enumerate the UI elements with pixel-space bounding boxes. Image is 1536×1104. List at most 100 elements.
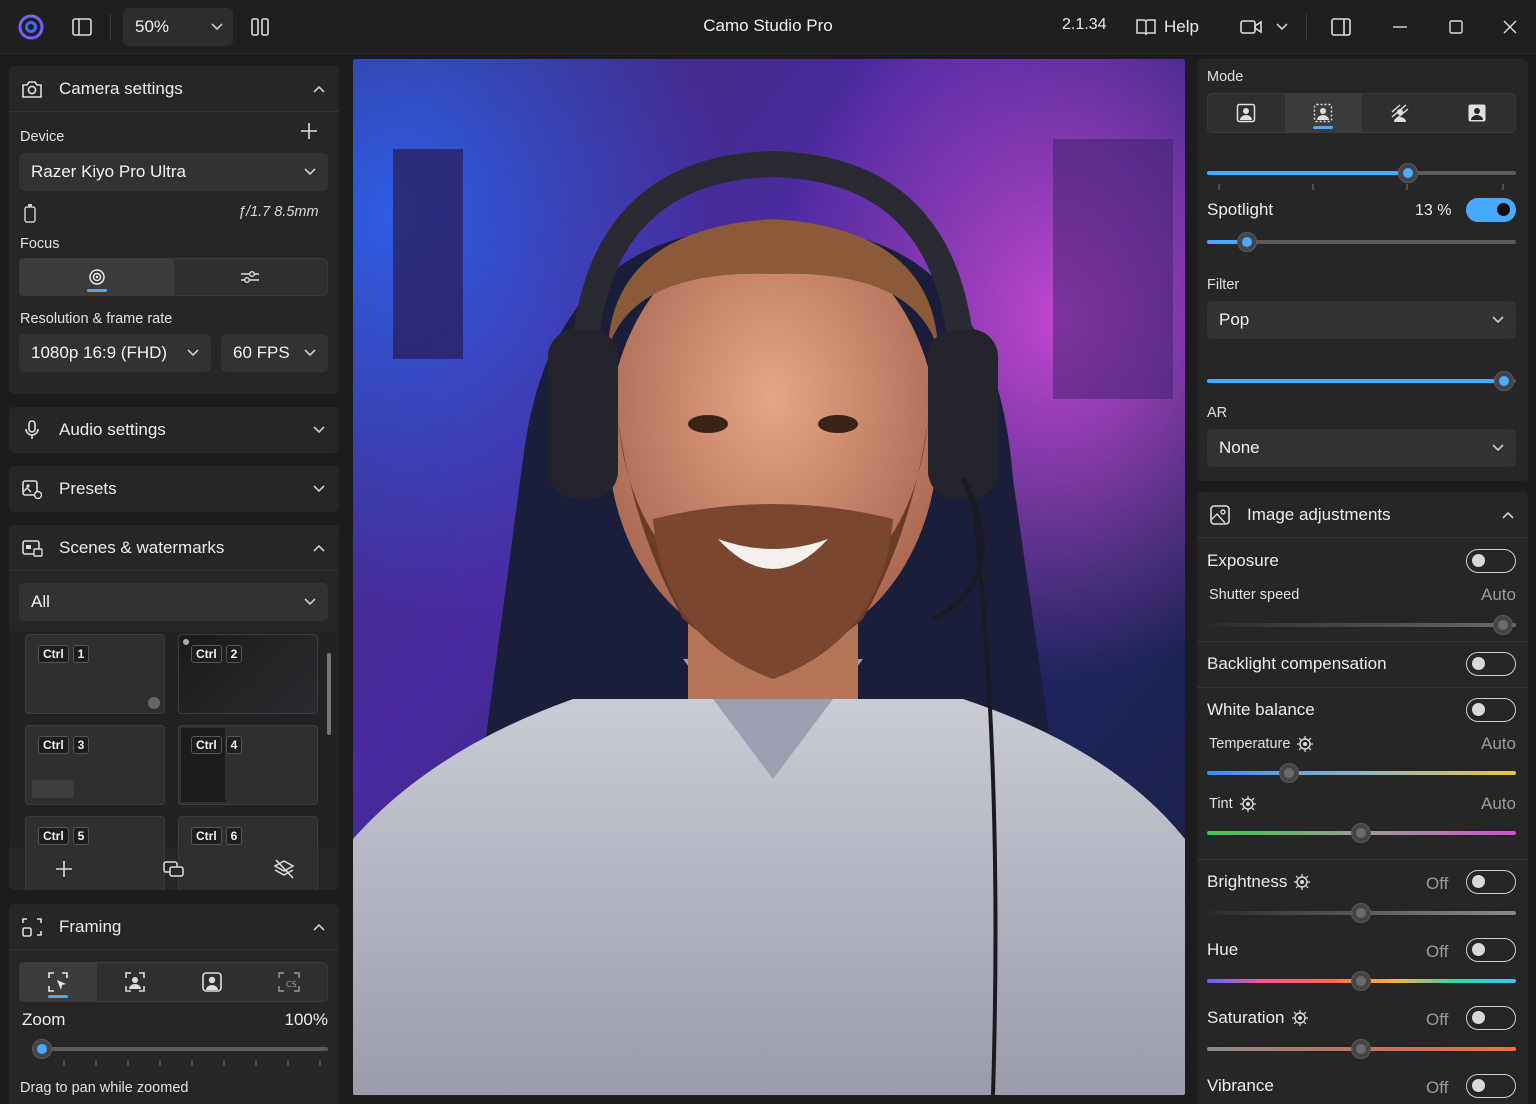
- shortcut-label: Ctrl 5: [38, 827, 90, 845]
- framing-center-stage-button[interactable]: CS: [250, 963, 327, 1001]
- chevron-down-icon: [1492, 316, 1504, 324]
- saturation-slider[interactable]: [1207, 1039, 1516, 1059]
- mode-intensity-slider[interactable]: [1207, 163, 1516, 183]
- framing-header[interactable]: Framing: [9, 904, 339, 950]
- mode-replace-button[interactable]: [1438, 94, 1515, 132]
- camo-logo-icon[interactable]: [14, 11, 50, 43]
- target-icon: [89, 269, 105, 285]
- mode-blur-button[interactable]: [1284, 94, 1362, 132]
- scrollbar[interactable]: [1532, 55, 1536, 1104]
- backlight-toggle[interactable]: [1466, 652, 1516, 676]
- framing-person-button[interactable]: [97, 963, 174, 1001]
- scene-card-2[interactable]: Ctrl 2: [178, 634, 318, 714]
- slider-thumb[interactable]: [32, 1039, 52, 1059]
- help-button[interactable]: Help: [1136, 9, 1199, 45]
- video-preview[interactable]: [353, 59, 1185, 1095]
- chevron-down-icon: [187, 349, 199, 357]
- resolution-select[interactable]: 1080p 16:9 (FHD): [19, 334, 211, 372]
- slider-thumb[interactable]: [1351, 971, 1371, 991]
- sidebar-toggle-icon[interactable]: [64, 7, 100, 47]
- hue-toggle[interactable]: [1466, 938, 1516, 962]
- add-scene-button[interactable]: [9, 847, 119, 890]
- presets-header[interactable]: Presets: [9, 466, 339, 512]
- split-view-icon[interactable]: [244, 7, 276, 47]
- camera-settings-header[interactable]: Camera settings: [9, 66, 339, 112]
- scenes-icon: [163, 860, 184, 877]
- focus-manual-button[interactable]: [174, 259, 328, 295]
- spotlight-toggle[interactable]: [1466, 198, 1516, 222]
- mode-effect-button[interactable]: [1362, 94, 1439, 132]
- saturation-toggle[interactable]: [1466, 1006, 1516, 1030]
- zoom-select[interactable]: 50%: [123, 8, 233, 46]
- temperature-slider[interactable]: [1207, 763, 1516, 783]
- hide-overlays-button[interactable]: [229, 847, 339, 890]
- scene-filter-select[interactable]: All: [19, 583, 328, 621]
- portrait-icon: [1237, 103, 1256, 123]
- slider-thumb[interactable]: [1237, 232, 1257, 252]
- scenes-title: Scenes & watermarks: [59, 537, 225, 557]
- audio-settings-header[interactable]: Audio settings: [9, 407, 339, 453]
- tint-row: Tint: [1209, 795, 1257, 813]
- hue-label: Hue: [1207, 940, 1239, 959]
- slider-thumb[interactable]: [1351, 823, 1371, 843]
- mode-none-button[interactable]: [1208, 94, 1285, 132]
- scene-card-1[interactable]: Ctrl 1: [25, 634, 165, 714]
- minimize-icon[interactable]: [1380, 7, 1420, 47]
- scrollbar[interactable]: [327, 653, 331, 735]
- close-icon[interactable]: [1490, 7, 1530, 47]
- filter-intensity-slider[interactable]: [1207, 371, 1516, 391]
- slider-thumb[interactable]: [1351, 1039, 1371, 1059]
- avatar: [183, 639, 189, 645]
- slider-thumb[interactable]: [1351, 903, 1371, 923]
- slider-thumb[interactable]: [1493, 615, 1513, 635]
- auto-adjust-icon[interactable]: [1296, 735, 1314, 753]
- focus-auto-button[interactable]: [20, 259, 174, 295]
- scenes-header[interactable]: Scenes & watermarks: [9, 525, 339, 571]
- scene-card-3[interactable]: Ctrl 3: [25, 725, 165, 805]
- image-adjustments-header[interactable]: Image adjustments: [1197, 492, 1528, 538]
- exposure-toggle[interactable]: [1466, 549, 1516, 573]
- vibrance-toggle[interactable]: [1466, 1074, 1516, 1098]
- auto-adjust-icon[interactable]: [1293, 873, 1311, 891]
- person-frame-icon: [125, 972, 145, 992]
- left-sidebar: Camera settings Device Razer Kiyo Pro Ul…: [0, 55, 348, 1104]
- brightness-label: Brightness: [1207, 872, 1288, 891]
- hue-value: Off: [1426, 942, 1449, 961]
- presets-panel[interactable]: Presets: [9, 466, 339, 512]
- zoom-slider[interactable]: [32, 1039, 328, 1059]
- add-device-icon[interactable]: [300, 122, 318, 140]
- auto-adjust-icon[interactable]: [1239, 795, 1257, 813]
- camera-settings-panel: Camera settings Device Razer Kiyo Pro Ul…: [9, 66, 339, 394]
- auto-adjust-icon[interactable]: [1291, 1009, 1309, 1027]
- filter-value: Pop: [1219, 310, 1250, 329]
- brightness-toggle[interactable]: [1466, 870, 1516, 894]
- maximize-icon[interactable]: [1436, 7, 1476, 47]
- slider-thumb[interactable]: [1494, 371, 1514, 391]
- vibrance-label: Vibrance: [1207, 1076, 1274, 1095]
- white-balance-toggle[interactable]: [1466, 698, 1516, 722]
- hue-slider[interactable]: [1207, 971, 1516, 991]
- shutter-speed-slider[interactable]: [1207, 615, 1516, 635]
- fps-select[interactable]: 60 FPS: [221, 334, 328, 372]
- camera-output-menu[interactable]: [1232, 7, 1296, 47]
- scene-card-4[interactable]: Ctrl 4: [178, 725, 318, 805]
- ar-select[interactable]: None: [1207, 429, 1516, 467]
- shortcut-label: Ctrl 1: [38, 645, 90, 663]
- framing-face-button[interactable]: [174, 963, 251, 1001]
- audio-settings-panel[interactable]: Audio settings: [9, 407, 339, 453]
- manage-scenes-button[interactable]: [119, 847, 229, 890]
- vibrance-value: Off: [1426, 1078, 1449, 1097]
- framing-manual-button[interactable]: [20, 963, 97, 1001]
- slider-thumb[interactable]: [1279, 763, 1299, 783]
- device-select[interactable]: Razer Kiyo Pro Ultra: [19, 153, 328, 191]
- spotlight-slider[interactable]: [1207, 232, 1516, 252]
- tint-slider[interactable]: [1207, 823, 1516, 843]
- ar-value: None: [1219, 438, 1260, 457]
- slider-thumb[interactable]: [1398, 163, 1418, 183]
- framing-panel: Framing CS Zoom 100% Drag to pan while z…: [9, 904, 339, 1104]
- backlight-label: Backlight compensation: [1207, 654, 1387, 673]
- chevron-up-icon: [313, 85, 325, 93]
- right-panel-toggle-icon[interactable]: [1324, 7, 1358, 47]
- filter-select[interactable]: Pop: [1207, 301, 1516, 339]
- brightness-slider[interactable]: [1207, 903, 1516, 923]
